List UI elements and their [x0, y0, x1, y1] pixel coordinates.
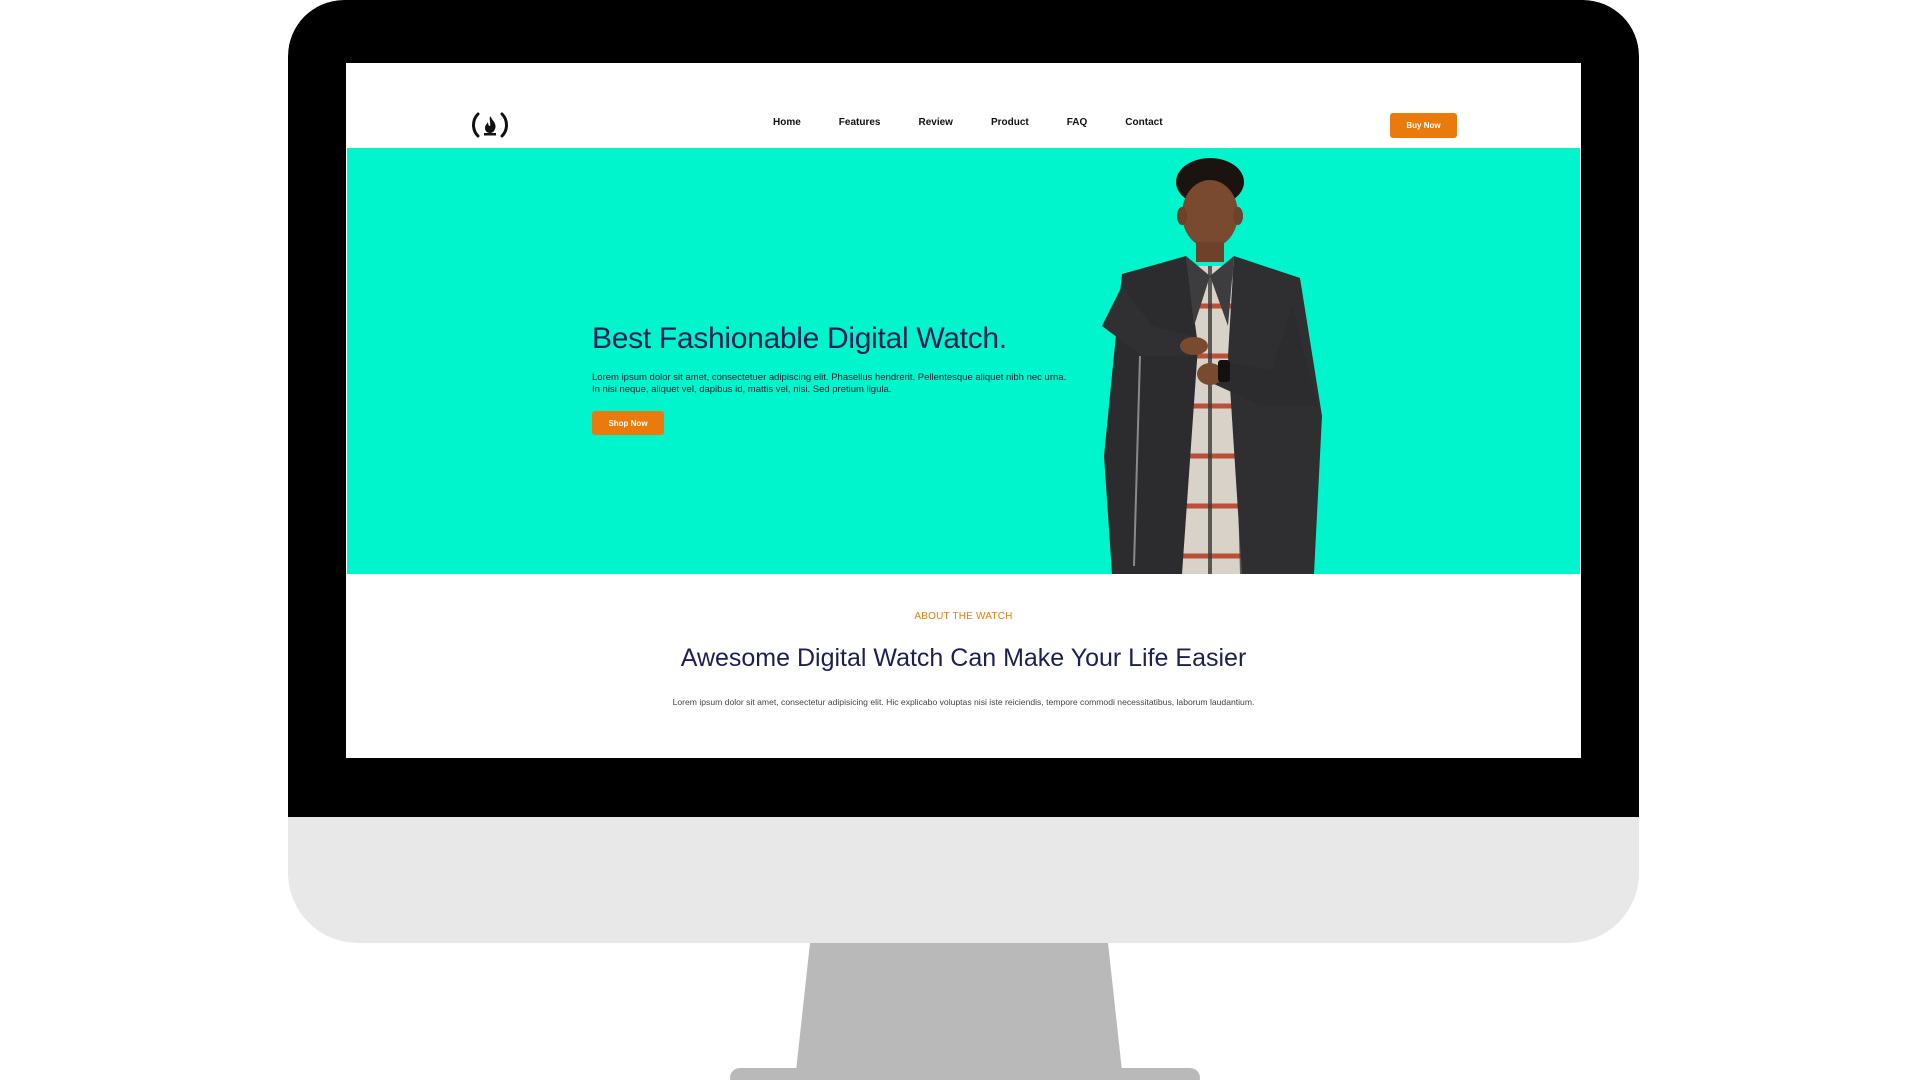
about-title: Awesome Digital Watch Can Make Your Life…: [680, 644, 1247, 672]
nav-link-contact[interactable]: Contact: [1125, 117, 1162, 128]
hero-section: Best Fashionable Digital Watch. Lorem ip…: [347, 148, 1580, 574]
nav-link-faq[interactable]: FAQ: [1067, 117, 1088, 128]
nav-link-features[interactable]: Features: [839, 117, 881, 128]
about-eyebrow: ABOUT THE WATCH: [914, 611, 1013, 622]
nav-link-home[interactable]: Home: [773, 117, 801, 128]
about-description: Lorem ipsum dolor sit amet, consectetur …: [672, 697, 1255, 707]
freecodecamp-flame-icon: [472, 112, 508, 138]
monitor-stand-base: [730, 1068, 1200, 1080]
buy-now-button[interactable]: Buy Now: [1390, 113, 1457, 138]
site-logo[interactable]: [470, 110, 510, 140]
hero-model-image: [1102, 158, 1322, 574]
nav-link-review[interactable]: Review: [918, 117, 952, 128]
hero-title: Best Fashionable Digital Watch.: [592, 322, 1007, 355]
monitor-stand: [796, 943, 1122, 1071]
navbar: Home Features Review Product FAQ Contact…: [346, 63, 1581, 148]
website-screen: Home Features Review Product FAQ Contact…: [346, 63, 1581, 758]
nav-links: Home Features Review Product FAQ Contact: [773, 117, 1163, 128]
shop-now-button[interactable]: Shop Now: [592, 411, 664, 435]
hero-description: Lorem ipsum dolor sit amet, consectetuer…: [592, 372, 1067, 395]
desktop-mockup: Home Features Review Product FAQ Contact…: [0, 0, 1920, 1080]
nav-link-product[interactable]: Product: [991, 117, 1029, 128]
